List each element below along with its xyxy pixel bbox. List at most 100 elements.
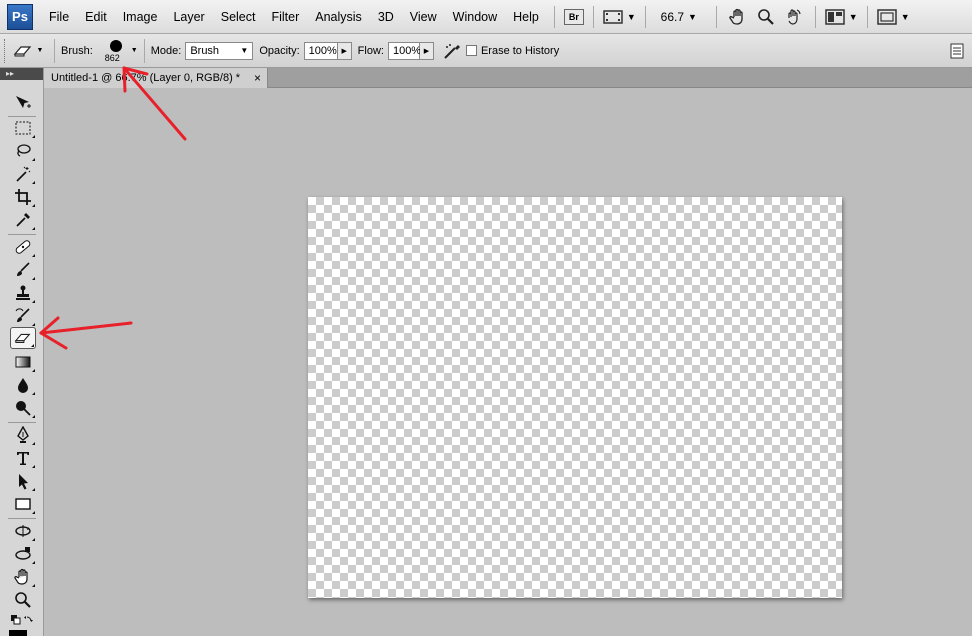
chevron-down-icon: ▼	[36, 47, 44, 54]
chevron-down-icon: ▼	[688, 11, 697, 22]
opacity-label: Opacity:	[259, 44, 300, 57]
path-select-icon	[19, 474, 28, 490]
dodge-tool[interactable]	[10, 397, 36, 419]
brush-tool[interactable]	[10, 259, 36, 281]
3d-rotate-icon	[15, 525, 31, 537]
hand-tool-button[interactable]	[724, 5, 752, 29]
magnifier-icon	[15, 592, 31, 608]
magic-wand-icon	[16, 166, 31, 182]
opacity-input[interactable]: 100%	[303, 41, 338, 60]
default-colors-button[interactable]	[10, 614, 36, 628]
mode-select[interactable]: Brush ▼	[185, 41, 254, 60]
brush-label: Brush:	[61, 44, 93, 57]
chevron-down-icon[interactable]: ▼	[131, 47, 138, 54]
zoom-level[interactable]: 66.7 ▼	[653, 5, 709, 29]
zoom-tool-button[interactable]	[752, 5, 780, 29]
hand-tool[interactable]	[10, 566, 36, 588]
view-extras-button[interactable]: ▼	[601, 5, 638, 29]
document-tab[interactable]: Untitled-1 @ 66.7% (Layer 0, RGB/8) * ×	[44, 68, 268, 88]
options-divider	[143, 38, 145, 63]
move-tool[interactable]	[10, 92, 36, 114]
document-tab-title: Untitled-1 @ 66.7% (Layer 0, RGB/8) *	[51, 72, 241, 84]
toolbox-collapse-button[interactable]: ▸▸	[0, 68, 43, 80]
eraser-icon	[14, 333, 31, 343]
menu-help[interactable]: Help	[505, 0, 547, 34]
lasso-tool[interactable]	[10, 140, 36, 162]
transparent-canvas[interactable]	[308, 197, 842, 598]
brush-picker[interactable]: 862	[103, 36, 131, 66]
mode-value: Brush	[190, 44, 220, 57]
brush-tip-icon	[109, 39, 122, 52]
history-brush-tool[interactable]	[10, 305, 36, 327]
menubar-divider	[644, 5, 646, 28]
rotate-view-button[interactable]	[780, 5, 808, 29]
pen-tool[interactable]	[10, 424, 36, 446]
bridge-button[interactable]: Br	[562, 5, 586, 29]
path-selection-tool[interactable]	[10, 470, 36, 492]
toolbox: ▸▸	[0, 68, 44, 636]
zoom-tool[interactable]	[10, 589, 36, 611]
rotate-view-icon	[788, 8, 801, 25]
menu-analysis[interactable]: Analysis	[307, 0, 370, 34]
hand-icon	[14, 568, 28, 585]
drop-icon	[18, 378, 28, 393]
menu-bar: Ps File Edit Image Layer Select Filter A…	[0, 0, 972, 34]
clone-stamp-tool[interactable]	[10, 282, 36, 304]
foreground-color-swatch[interactable]	[9, 630, 27, 636]
screen-mode-icon	[876, 8, 897, 25]
tool-preset-picker[interactable]: ▼	[8, 38, 48, 64]
lasso-icon	[17, 144, 31, 157]
dodge-icon	[16, 401, 31, 416]
menu-select[interactable]: Select	[213, 0, 264, 34]
menu-edit[interactable]: Edit	[77, 0, 115, 34]
menu-layer[interactable]: Layer	[165, 0, 212, 34]
menu-3d[interactable]: 3D	[370, 0, 402, 34]
airbrush-button[interactable]	[438, 42, 466, 60]
menu-window[interactable]: Window	[445, 0, 505, 34]
mode-label: Mode:	[150, 44, 182, 57]
menu-file[interactable]: File	[41, 0, 77, 34]
3d-rotate-tool[interactable]	[10, 520, 36, 542]
screen-mode-button[interactable]: ▼	[875, 5, 912, 29]
flow-input[interactable]: 100%	[387, 41, 421, 60]
type-tool[interactable]	[10, 447, 36, 469]
zoom-value: 66.7	[660, 9, 684, 24]
erase-to-history-label: Erase to History	[480, 44, 560, 57]
options-bar: ▼ Brush: 862 ▼ Mode: Brush ▼ Opacity: 10…	[0, 34, 972, 68]
crop-icon	[15, 189, 31, 205]
menubar-divider	[814, 5, 816, 28]
document-tab-strip: Untitled-1 @ 66.7% (Layer 0, RGB/8) * ×	[44, 68, 972, 88]
menubar-divider	[715, 5, 717, 28]
workspace-panel-icon[interactable]	[950, 43, 964, 59]
gradient-icon	[15, 356, 31, 368]
blur-tool[interactable]	[10, 374, 36, 396]
close-icon[interactable]: ×	[254, 71, 261, 85]
magic-wand-tool[interactable]	[10, 163, 36, 185]
menubar-divider	[592, 5, 594, 28]
menu-view[interactable]: View	[402, 0, 445, 34]
menubar-divider	[866, 5, 868, 28]
chevron-down-icon: ▼	[240, 45, 249, 55]
rectangle-icon	[15, 498, 31, 510]
shape-tool[interactable]	[10, 493, 36, 515]
chevron-down-icon: ▼	[626, 11, 636, 22]
healing-brush-tool[interactable]	[10, 236, 36, 258]
chevron-down-icon: ▼	[900, 11, 910, 22]
stamp-icon	[16, 285, 30, 300]
erase-to-history-checkbox[interactable]	[465, 45, 477, 56]
crop-tool[interactable]	[10, 186, 36, 208]
eyedropper-tool[interactable]	[10, 209, 36, 231]
photoshop-logo: Ps	[7, 3, 33, 30]
arrange-icon	[825, 8, 845, 25]
menu-filter[interactable]: Filter	[263, 0, 307, 34]
marquee-tool[interactable]	[10, 117, 36, 139]
gradient-tool[interactable]	[10, 351, 36, 373]
flow-slider-button[interactable]: ▶	[419, 41, 434, 60]
history-brush-icon	[15, 308, 30, 322]
menu-image[interactable]: Image	[115, 0, 166, 34]
3d-orbit-tool[interactable]	[10, 543, 36, 565]
chevron-down-icon: ▼	[848, 11, 858, 22]
arrange-documents-button[interactable]: ▼	[823, 5, 860, 29]
eraser-tool[interactable]	[10, 327, 36, 349]
opacity-slider-button[interactable]: ▶	[337, 41, 352, 60]
